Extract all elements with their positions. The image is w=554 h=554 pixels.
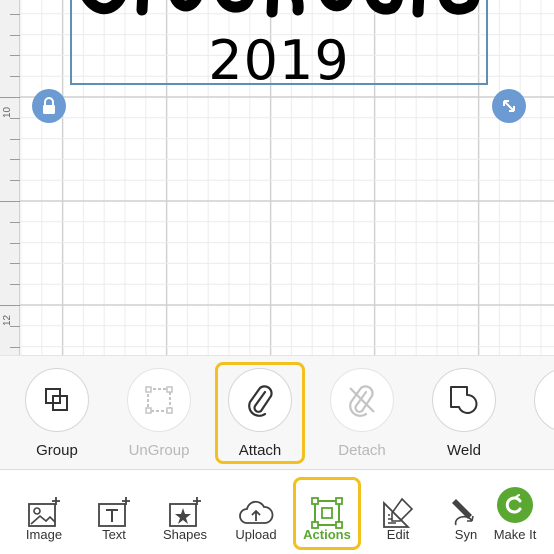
edit-ruler-pencil-icon <box>383 497 414 528</box>
ruler-tick <box>10 263 20 265</box>
ruler-tick <box>10 13 20 15</box>
ruler-tick <box>0 97 20 98</box>
tool-make-it-label: Make It <box>493 527 537 542</box>
tool-text-label: Text <box>102 527 126 542</box>
text-plus-icon <box>98 497 130 527</box>
detach-action-button[interactable] <box>330 368 394 432</box>
group-action[interactable]: Group <box>12 356 102 469</box>
weld-action-button[interactable] <box>432 368 496 432</box>
next-action-button[interactable] <box>534 368 554 432</box>
ruler-tick <box>10 55 20 57</box>
lock-icon <box>43 97 55 114</box>
ruler-label-10: 10 <box>2 106 13 118</box>
tool-upload-label: Upload <box>235 527 277 542</box>
attach-highlight-outline <box>215 362 305 464</box>
tool-image-label: Image <box>25 527 63 542</box>
ruler-tick <box>0 305 20 306</box>
tool-edit-label: Edit <box>386 527 410 542</box>
vertical-ruler: 10 12 <box>0 0 20 355</box>
ruler-tick <box>10 34 20 36</box>
attach-action[interactable]: Attach <box>215 356 305 469</box>
weld-action[interactable]: Weld <box>419 356 509 469</box>
tool-shapes-label: Shapes <box>162 527 208 542</box>
ruler-tick <box>0 201 20 202</box>
detach-paperclip-icon <box>349 385 375 417</box>
sync-eyedropper-icon <box>452 499 474 526</box>
cricut-c-icon <box>505 494 522 514</box>
ruler-label-12: 12 <box>2 314 13 326</box>
ruler-tick <box>10 221 20 223</box>
next-action-partial[interactable] <box>521 356 554 469</box>
ruler-tick <box>10 138 20 140</box>
weld-icon <box>450 386 478 414</box>
ungroup-icon <box>145 386 173 414</box>
app-screen: 10 12 2019 Group UnGroup Attach Detach W… <box>0 0 554 554</box>
weld-action-label: Weld <box>447 442 481 459</box>
actions-panel: Group UnGroup Attach Detach Weld <box>0 355 554 470</box>
detach-action[interactable]: Detach <box>317 356 407 469</box>
tool-text[interactable]: Text <box>79 470 149 554</box>
year-text[interactable]: 2019 <box>70 32 488 90</box>
ruler-tick <box>10 159 20 161</box>
make-it-button[interactable] <box>497 487 533 523</box>
ungroup-action[interactable]: UnGroup <box>114 356 204 469</box>
tool-shapes[interactable]: Shapes <box>150 470 220 554</box>
ruler-tick <box>10 180 20 182</box>
ruler-tick <box>10 242 20 244</box>
ruler-tick <box>10 76 20 78</box>
image-plus-icon <box>28 497 60 527</box>
ruler-tick <box>10 325 20 327</box>
resize-arrows-icon <box>503 100 515 112</box>
ruler-tick <box>10 346 20 348</box>
ungroup-action-button[interactable] <box>127 368 191 432</box>
group-action-label: Group <box>36 442 78 459</box>
design-canvas[interactable]: 10 12 2019 <box>0 0 554 355</box>
group-action-button[interactable] <box>25 368 89 432</box>
group-icon <box>45 388 68 411</box>
detach-action-label: Detach <box>338 442 386 459</box>
tool-upload[interactable]: Upload <box>221 470 291 554</box>
ungroup-action-label: UnGroup <box>128 442 190 459</box>
lock-proportion-handle[interactable] <box>32 89 66 123</box>
shapes-plus-icon <box>169 497 201 527</box>
bottom-toolbar: Image Text Shapes Upload Actions Edit Sy… <box>0 470 554 554</box>
ruler-tick <box>10 284 20 286</box>
cloud-upload-icon <box>239 500 274 524</box>
resize-handle[interactable] <box>492 89 526 123</box>
tool-image[interactable]: Image <box>9 470 79 554</box>
ruler-tick <box>10 117 20 119</box>
tool-edit[interactable]: Edit <box>363 470 433 554</box>
actions-highlight-outline <box>293 477 361 550</box>
